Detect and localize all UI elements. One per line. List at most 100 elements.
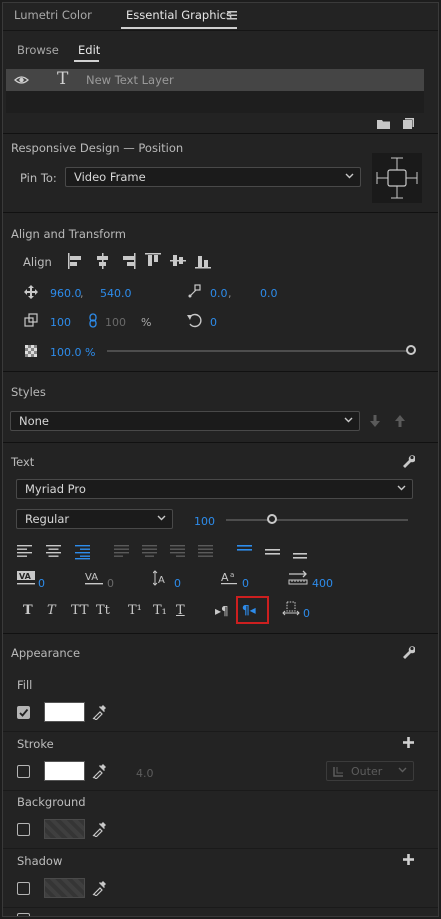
appearance-title: Appearance	[11, 646, 81, 660]
align-bottom-text-icon	[293, 553, 307, 559]
align-buttons[interactable]	[67, 252, 213, 270]
svg-text:VA: VA	[85, 572, 98, 583]
chain-link-icon[interactable]	[89, 313, 98, 328]
subscript-button[interactable]: T₁	[153, 603, 167, 618]
font-size-slider-knob[interactable]	[266, 514, 277, 524]
fill-checkbox[interactable]	[17, 706, 30, 719]
rtl-direction-button[interactable]: ¶◂	[242, 603, 256, 617]
push-style-down-icon[interactable]	[370, 415, 380, 427]
faux-italic-button[interactable]: T	[47, 603, 56, 618]
underline-button[interactable]: T	[176, 603, 185, 618]
ltr-direction-button[interactable]: ▸¶	[215, 604, 229, 618]
svg-text:VA: VA	[19, 572, 32, 581]
svg-text:A: A	[158, 575, 165, 586]
push-style-up-icon[interactable]	[395, 415, 405, 427]
faux-bold-button[interactable]: T	[23, 603, 33, 618]
kerning-value[interactable]: 0	[38, 577, 45, 590]
align-right-icon	[123, 253, 136, 269]
tab-edit[interactable]: Edit	[78, 43, 100, 57]
background-checkbox[interactable]	[17, 823, 30, 836]
small-caps-button[interactable]: Tt	[96, 603, 110, 618]
baseline-shift-value[interactable]: 0	[242, 577, 249, 590]
eyedropper-icon[interactable]	[92, 704, 106, 720]
new-layer-icon[interactable]	[403, 118, 414, 129]
shadow-label: Shadow	[17, 854, 63, 868]
justify-all-icon	[198, 545, 213, 557]
anchor-point-icon	[188, 284, 201, 298]
tab-width-value[interactable]: 400	[312, 577, 333, 590]
stroke-color-swatch[interactable]	[44, 761, 85, 781]
opacity-value[interactable]: 100.0 %	[50, 346, 95, 359]
position-x-value[interactable]: 960.0	[50, 287, 82, 300]
pin-position-widget[interactable]	[372, 153, 422, 203]
background-color-swatch[interactable]	[44, 819, 85, 839]
position-move-icon	[24, 285, 38, 299]
rotation-value[interactable]: 0	[210, 316, 217, 329]
opacity-checker-icon	[25, 345, 37, 357]
folder-icon[interactable]	[377, 119, 390, 129]
align-top-icon	[145, 253, 161, 266]
align-middle-text-icon	[265, 549, 280, 555]
all-caps-button[interactable]: TT	[71, 603, 89, 618]
divider	[3, 790, 438, 791]
layer-list-empty	[6, 91, 424, 113]
font-size-value[interactable]: 100	[194, 515, 215, 528]
tab-essential-graphics[interactable]: Essential Graphics	[126, 8, 232, 22]
checkmark-icon	[19, 708, 29, 717]
scale-percent: %	[141, 316, 152, 329]
add-stroke-icon[interactable]	[403, 737, 414, 748]
superscript-button[interactable]: T¹	[128, 603, 142, 618]
pin-to-dropdown[interactable]: Video Frame	[65, 167, 361, 187]
eye-visibility-icon[interactable]	[14, 75, 29, 85]
stroke-corner-icon	[333, 767, 343, 777]
font-family-value: Myriad Pro	[25, 482, 86, 496]
wrench-icon[interactable]	[401, 454, 415, 468]
divider	[3, 442, 438, 443]
styles-value: None	[19, 414, 50, 428]
stroke-type-dropdown[interactable]: Outer	[326, 761, 414, 781]
rotation-icon	[187, 313, 202, 328]
divider	[3, 633, 438, 634]
hamburger-menu-icon[interactable]	[227, 11, 237, 20]
eyedropper-icon[interactable]	[92, 821, 106, 837]
stroke-checkbox[interactable]	[17, 765, 30, 778]
opacity-slider-track[interactable]	[107, 350, 411, 352]
divider	[3, 133, 438, 134]
anchor-x-value[interactable]: 0.0	[210, 287, 228, 300]
divider	[3, 371, 438, 372]
tsume-value[interactable]: 0	[303, 607, 310, 620]
wrench-icon[interactable]	[401, 645, 415, 659]
font-size-slider-track[interactable]	[226, 519, 408, 521]
align-text-right-icon	[75, 545, 90, 560]
shadow-color-swatch[interactable]	[44, 878, 85, 898]
eyedropper-icon[interactable]	[92, 763, 106, 779]
tab-lumetri-color[interactable]: Lumetri Color	[14, 8, 92, 22]
edit-tab-indicator	[74, 60, 99, 62]
tab-browse[interactable]: Browse	[17, 43, 59, 57]
align-label: Align	[23, 255, 52, 269]
styles-dropdown[interactable]: None	[10, 411, 360, 431]
essential-graphics-panel: Lumetri Color Essential Graphics Browse …	[2, 2, 439, 917]
font-family-dropdown[interactable]: Myriad Pro	[16, 479, 413, 499]
chevron-down-icon	[397, 485, 406, 491]
align-transform-title: Align and Transform	[11, 227, 126, 241]
chevron-down-icon	[398, 767, 407, 773]
anchor-y-value[interactable]: 0.0	[260, 287, 278, 300]
layer-row[interactable]: T New Text Layer	[6, 69, 424, 91]
paragraph-align-buttons[interactable]	[17, 544, 307, 560]
font-style-dropdown[interactable]: Regular	[16, 509, 173, 529]
background-label: Background	[17, 795, 86, 809]
eyedropper-icon[interactable]	[92, 880, 106, 896]
shadow-checkbox[interactable]	[17, 882, 30, 895]
scale-value[interactable]: 100	[50, 316, 71, 329]
divider	[3, 212, 438, 213]
position-y-value[interactable]: 540.0	[100, 287, 132, 300]
fill-color-swatch[interactable]	[44, 702, 85, 722]
opacity-slider-knob[interactable]	[406, 345, 416, 355]
mask-checkbox[interactable]	[17, 913, 30, 916]
kerning-icon: VA	[17, 571, 35, 585]
leading-value[interactable]: 0	[174, 577, 181, 590]
position-comma: ,	[80, 287, 84, 300]
add-shadow-icon[interactable]	[403, 854, 414, 865]
responsive-design-title: Responsive Design — Position	[11, 141, 184, 155]
